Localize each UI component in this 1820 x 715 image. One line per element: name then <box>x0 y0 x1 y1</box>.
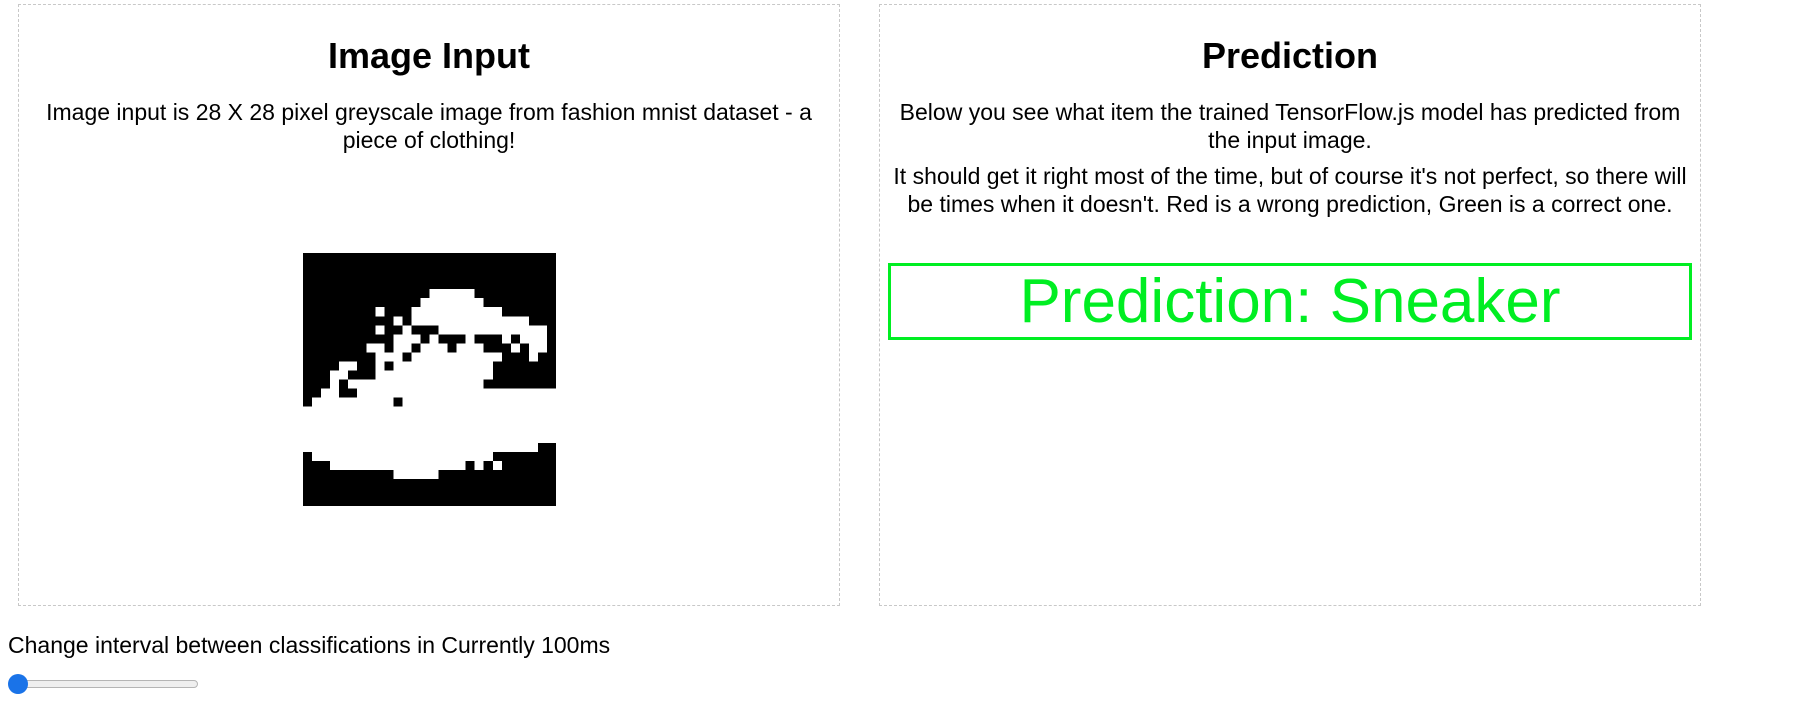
image-input-description: Image input is 28 X 28 pixel greyscale i… <box>46 99 812 153</box>
prediction-result: Prediction: Sneaker <box>888 263 1692 340</box>
page: Image Input Image input is 28 X 28 pixel… <box>0 0 1820 715</box>
prediction-heading: Prediction <box>1201 35 1379 76</box>
interval-slider[interactable] <box>6 674 199 694</box>
prediction-description-1: Below you see what item the trained Tens… <box>899 99 1681 153</box>
slider-thumb[interactable] <box>8 674 28 694</box>
interval-label: Change interval between classifications … <box>8 632 611 658</box>
input-image <box>303 253 556 506</box>
image-input-heading: Image Input <box>327 35 530 76</box>
prediction-description-2: It should get it right most of the time,… <box>893 163 1687 217</box>
slider-track[interactable] <box>10 680 198 688</box>
sneaker-image <box>303 253 556 506</box>
image-input-panel: Image Input Image input is 28 X 28 pixel… <box>18 4 840 606</box>
prediction-panel: Prediction Below you see what item the t… <box>879 4 1701 606</box>
